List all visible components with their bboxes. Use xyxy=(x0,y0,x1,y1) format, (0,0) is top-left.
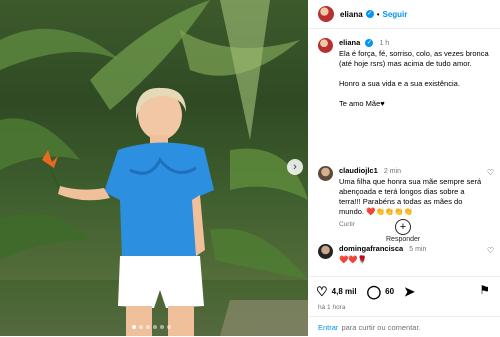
post-photo: › xyxy=(0,0,308,336)
verified-icon: ✓ xyxy=(365,39,374,48)
bookmark-icon[interactable]: ⚑ xyxy=(479,283,490,297)
comment-text: Uma filha que honra sua mãe sempre será … xyxy=(339,177,482,216)
verified-icon: ✓ xyxy=(365,10,374,18)
likes-count: 4,8 mil xyxy=(331,286,357,296)
carousel-dot xyxy=(153,325,157,329)
caption-text: Te amo Mãe♥ xyxy=(339,99,385,108)
follow-button[interactable]: Seguir xyxy=(383,10,408,19)
post-sidebar: eliana ✓ • Seguir eliana ✓ 1 h Ela é for… xyxy=(308,0,500,336)
comments-count: 60 xyxy=(385,286,395,296)
comment-text: ❤️❤️🌹 xyxy=(339,255,368,264)
caption-time: 1 h xyxy=(379,40,390,47)
caption-text: Honro a sua vida e a sua existência. xyxy=(339,79,460,88)
login-link[interactable]: Entrar xyxy=(318,323,338,332)
heart-icon[interactable]: ♡ xyxy=(316,285,328,298)
share-action[interactable]: ➤ xyxy=(404,285,419,298)
header-username[interactable]: eliana xyxy=(340,10,363,19)
heart-icon[interactable]: ♡ xyxy=(487,246,494,255)
photo-scene xyxy=(0,0,308,336)
carousel-dot xyxy=(132,325,136,329)
carousel-dot xyxy=(139,325,143,329)
comment-icon[interactable]: ◯ xyxy=(367,285,382,298)
carousel-dot xyxy=(146,325,150,329)
avatar[interactable] xyxy=(318,166,333,181)
separator-dot: • xyxy=(376,9,380,19)
caption: eliana ✓ 1 h Ela é força, fé, sorriso, c… xyxy=(318,38,494,109)
comment-time: 5 min xyxy=(409,246,427,253)
heart-icon[interactable]: ♡ xyxy=(487,168,494,177)
carousel-dots xyxy=(132,325,171,329)
like-action[interactable]: ♡ 4,8 mil xyxy=(316,285,357,298)
next-photo-button[interactable]: › xyxy=(287,159,303,175)
avatar[interactable] xyxy=(318,6,334,22)
comment-time: 2 min xyxy=(383,168,401,175)
chevron-right-icon: › xyxy=(293,160,297,173)
share-icon[interactable]: ➤ xyxy=(404,285,415,298)
avatar[interactable] xyxy=(318,38,333,53)
comment-action[interactable]: ◯ 60 xyxy=(367,285,394,298)
add-comment-bar: Entrar para curtir ou comentar. xyxy=(308,316,500,337)
caption-text: Ela é força, fé, sorriso, colo, as vezes… xyxy=(339,49,489,68)
carousel-dot xyxy=(160,325,164,329)
comment-username[interactable]: claudiojlc1 xyxy=(339,166,378,175)
post-header: eliana ✓ • Seguir xyxy=(308,0,500,29)
add-comment-text: para curtir ou comentar. xyxy=(341,322,421,332)
like-comment-link[interactable]: Curtir xyxy=(339,221,355,228)
comment-username[interactable]: domingafrancisca xyxy=(339,244,403,253)
caption-username[interactable]: eliana xyxy=(339,38,360,47)
reply-link[interactable]: Responder xyxy=(386,236,420,243)
comment-item: domingafrancisca 5 min ❤️❤️🌹 ♡ xyxy=(318,244,494,265)
carousel-dot xyxy=(167,325,171,329)
post-date: há 1 hora xyxy=(318,304,346,311)
action-bar: ♡ 4,8 mil ◯ 60 ➤ ⚑ há 1 hora xyxy=(308,276,500,311)
add-reply-button[interactable]: + xyxy=(395,219,411,235)
avatar[interactable] xyxy=(318,244,333,259)
